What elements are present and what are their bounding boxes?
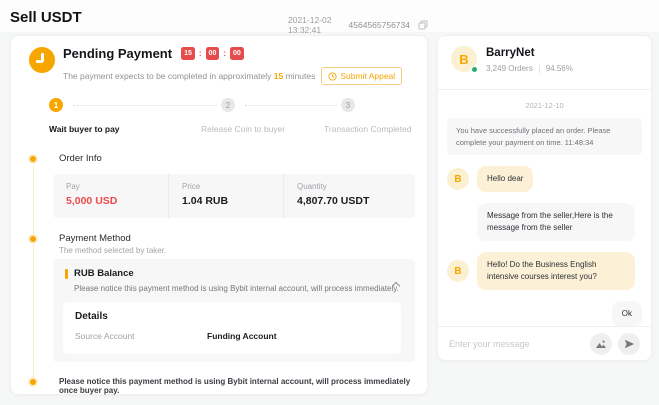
copy-icon[interactable] bbox=[418, 20, 428, 30]
countdown-seconds: 00 bbox=[206, 47, 220, 60]
chat-message-row: B Hello! Do the Business English intensi… bbox=[447, 252, 642, 290]
stats-divider bbox=[539, 65, 540, 73]
page-title: Sell USDT bbox=[10, 9, 82, 26]
chat-input-row bbox=[438, 327, 651, 361]
system-message: You have successfully placed an order. P… bbox=[447, 118, 642, 155]
chat-date: 2021-12-10 bbox=[447, 101, 642, 110]
order-meta: 2021-12-02 13:32:41 4564565756734 bbox=[288, 15, 428, 35]
chat-panel: B BarryNet 3,249 Orders 94.56% 2021-12-1… bbox=[437, 35, 652, 361]
message-bubble-self: Ok bbox=[612, 301, 642, 327]
seller-rate: 94.56% bbox=[546, 64, 573, 73]
order-info-box: Pay 5,000 USD Price 1.04 RUB Quantity 4,… bbox=[53, 174, 415, 218]
pending-subtitle-text2: minutes bbox=[286, 71, 316, 81]
countdown-millis: 00 bbox=[230, 47, 244, 60]
image-icon bbox=[595, 339, 607, 349]
countdown-minutes: 15 bbox=[181, 47, 195, 60]
quantity-value: 4,807.70 USDT bbox=[297, 195, 415, 207]
timeline-bullet bbox=[30, 156, 36, 162]
pending-payment-title: Pending Payment bbox=[63, 46, 172, 61]
chat-message-list[interactable]: 2021-12-10 You have successfully placed … bbox=[438, 90, 651, 326]
step-circle-1: 1 bbox=[49, 98, 63, 112]
message-bubble: Hello dear bbox=[477, 166, 533, 192]
order-info-pay: Pay 5,000 USD bbox=[53, 174, 168, 218]
chat-message-input[interactable] bbox=[449, 339, 584, 349]
pending-subtitle-text: The payment expects to be completed in a… bbox=[63, 71, 271, 81]
chat-message-row-self: Ok bbox=[447, 301, 642, 327]
order-info-price: Price 1.04 RUB bbox=[168, 174, 283, 218]
payment-method-box: RUB Balance Please notice this payment m… bbox=[53, 259, 415, 362]
order-info-title: Order Info bbox=[59, 153, 102, 164]
step-circle-3: 3 bbox=[341, 98, 355, 112]
method-note: Please notice this payment method is usi… bbox=[74, 284, 403, 293]
payment-method-subtitle: The method selected by taker. bbox=[59, 246, 166, 255]
order-info-quantity: Quantity 4,807.70 USDT bbox=[283, 174, 415, 218]
message-avatar: B bbox=[447, 260, 469, 282]
method-accent-bar bbox=[65, 269, 68, 279]
order-timestamp: 2021-12-02 13:32:41 bbox=[288, 15, 341, 35]
seller-stats: 3,249 Orders 94.56% bbox=[486, 64, 573, 73]
footer-note: Please notice this payment method is usi… bbox=[59, 377, 411, 395]
seller-orders: 3,249 Orders bbox=[486, 64, 533, 73]
message-avatar: B bbox=[447, 168, 469, 190]
order-detail-panel: Pending Payment 15 : 00 : 00 The payment… bbox=[10, 35, 428, 395]
pending-subtitle-minutes: 15 bbox=[274, 71, 283, 81]
send-icon bbox=[624, 339, 635, 349]
pay-value: 5,000 USD bbox=[66, 195, 168, 207]
method-details-box: Details Source Account Funding Account bbox=[63, 302, 401, 354]
step-label-release-coin: Release Coin to buyer bbox=[201, 124, 285, 134]
countdown-separator: : bbox=[223, 49, 226, 58]
appeal-clock-icon bbox=[328, 72, 337, 81]
price-value: 1.04 RUB bbox=[182, 195, 283, 207]
timeline-bullet bbox=[30, 379, 36, 385]
online-status-dot bbox=[471, 66, 478, 73]
chat-message-row: Message from the seller,Here is the mess… bbox=[447, 203, 642, 241]
source-account-label: Source Account bbox=[75, 331, 207, 341]
step-connector bbox=[245, 105, 337, 106]
order-progress-stepper: 1 2 3 Wait buyer to pay Release Coin to … bbox=[21, 98, 419, 144]
timeline-rail bbox=[33, 166, 34, 379]
submit-appeal-button[interactable]: Submit Appeal bbox=[321, 67, 402, 85]
countdown-separator: : bbox=[199, 49, 202, 58]
pending-subtitle: The payment expects to be completed in a… bbox=[63, 71, 315, 81]
message-bubble: Message from the seller,Here is the mess… bbox=[477, 203, 635, 241]
send-button[interactable] bbox=[618, 333, 640, 355]
message-bubble: Hello! Do the Business English intensive… bbox=[477, 252, 635, 290]
pay-label: Pay bbox=[66, 182, 168, 191]
step-label-wait-buyer: Wait buyer to pay bbox=[49, 124, 120, 134]
order-id: 4564565756734 bbox=[349, 20, 410, 30]
details-title: Details bbox=[75, 311, 389, 322]
chat-message-row: B Hello dear bbox=[447, 166, 642, 192]
step-connector bbox=[73, 105, 217, 106]
pending-clock-icon bbox=[29, 47, 55, 73]
price-label: Price bbox=[182, 182, 283, 191]
step-circle-2: 2 bbox=[221, 98, 235, 112]
image-upload-button[interactable] bbox=[590, 333, 612, 355]
seller-name: BarryNet bbox=[486, 47, 535, 59]
quantity-label: Quantity bbox=[297, 182, 415, 191]
timeline-bullet bbox=[30, 236, 36, 242]
source-account-value: Funding Account bbox=[207, 331, 277, 341]
step-label-completed: Transaction Completed bbox=[324, 124, 412, 134]
payment-method-title: Payment Method bbox=[59, 233, 131, 244]
submit-appeal-label: Submit Appeal bbox=[340, 71, 395, 81]
method-name: RUB Balance bbox=[74, 268, 134, 279]
